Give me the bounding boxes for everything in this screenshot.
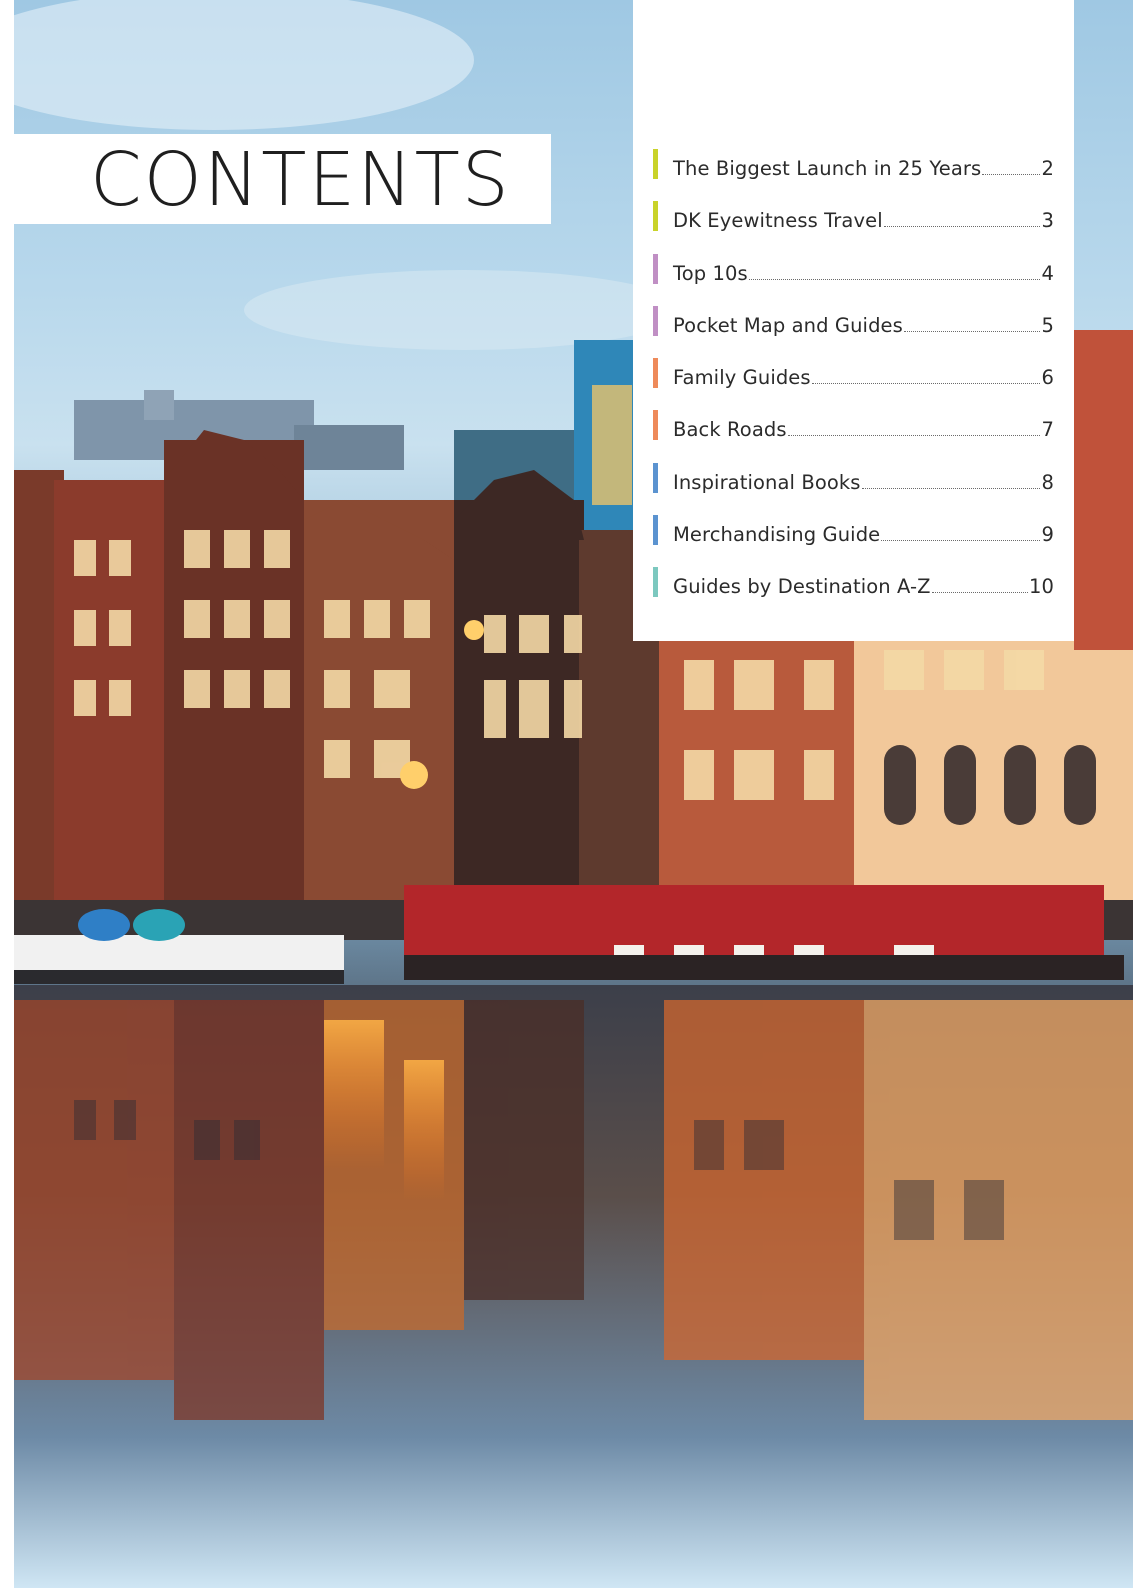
contents-item-guides-by-destination[interactable]: Guides by Destination A-Z 10 [653, 566, 1054, 618]
dot-leader [748, 278, 1041, 280]
contents-item-label: Top 10s [673, 261, 748, 285]
page-number: 4 [1041, 261, 1054, 285]
section-color-bar [653, 410, 658, 441]
contents-item-inspirational-books[interactable]: Inspirational Books 8 [653, 462, 1054, 514]
contents-item-family-guides[interactable]: Family Guides 6 [653, 357, 1054, 409]
contents-item-label: The Biggest Launch in 25 Years [673, 157, 982, 180]
dot-leader [903, 330, 1041, 332]
dot-leader [811, 383, 1041, 385]
section-color-bar [653, 462, 658, 493]
section-color-bar [653, 567, 658, 598]
dot-leader [883, 226, 1041, 228]
contents-entry: Family Guides 6 [673, 366, 1054, 389]
contents-page: CONTENTS The Biggest Launch in 25 Years … [0, 0, 1133, 1588]
contents-item-label: Back Roads [673, 418, 787, 442]
dot-leader [931, 592, 1028, 594]
contents-item-label: DK Eyewitness Travel [673, 209, 883, 233]
contents-item-label: Guides by Destination A-Z [673, 575, 931, 599]
title-box: CONTENTS [14, 134, 551, 224]
contents-item-merchandising-guide[interactable]: Merchandising Guide 9 [653, 514, 1054, 566]
contents-item-label: Family Guides [673, 366, 811, 390]
page-number: 6 [1041, 366, 1054, 390]
page-number: 10 [1028, 575, 1054, 599]
page-number: 9 [1041, 523, 1054, 547]
contents-entry: Guides by Destination A-Z 10 [673, 575, 1054, 598]
contents-entry: Top 10s 4 [673, 262, 1054, 285]
contents-entry: Back Roads 7 [673, 418, 1054, 441]
page-number: 3 [1041, 209, 1054, 233]
page-number: 2 [1041, 157, 1054, 180]
contents-item-eyewitness-travel[interactable]: DK Eyewitness Travel 3 [653, 200, 1054, 252]
contents-list: The Biggest Launch in 25 Years 2 DK Eyew… [653, 148, 1054, 619]
contents-panel: The Biggest Launch in 25 Years 2 DK Eyew… [633, 0, 1074, 641]
dot-leader [861, 487, 1041, 489]
contents-entry: Pocket Map and Guides 5 [673, 314, 1054, 337]
contents-item-biggest-launch[interactable]: The Biggest Launch in 25 Years 2 [653, 148, 1054, 200]
contents-entry: Merchandising Guide 9 [673, 523, 1054, 546]
contents-entry: The Biggest Launch in 25 Years 2 [673, 157, 1054, 180]
page-number: 5 [1041, 313, 1054, 337]
section-color-bar [653, 253, 658, 284]
contents-item-label: Pocket Map and Guides [673, 313, 903, 337]
page-number: 7 [1041, 418, 1054, 442]
section-color-bar [653, 201, 658, 232]
page-title: CONTENTS [90, 137, 511, 223]
contents-item-back-roads[interactable]: Back Roads 7 [653, 409, 1054, 461]
contents-entry: Inspirational Books 8 [673, 471, 1054, 494]
section-color-bar [653, 305, 658, 336]
dot-leader [982, 174, 1041, 175]
contents-item-pocket-map[interactable]: Pocket Map and Guides 5 [653, 305, 1054, 357]
contents-item-top-10s[interactable]: Top 10s 4 [653, 253, 1054, 305]
contents-item-label: Inspirational Books [673, 470, 861, 494]
dot-leader [881, 540, 1041, 542]
contents-item-label: Merchandising Guide [673, 523, 881, 547]
section-color-bar [653, 149, 658, 179]
section-color-bar [653, 515, 658, 546]
dot-leader [787, 435, 1041, 437]
contents-entry: DK Eyewitness Travel 3 [673, 209, 1054, 232]
page-number: 8 [1041, 470, 1054, 494]
section-color-bar [653, 358, 658, 389]
